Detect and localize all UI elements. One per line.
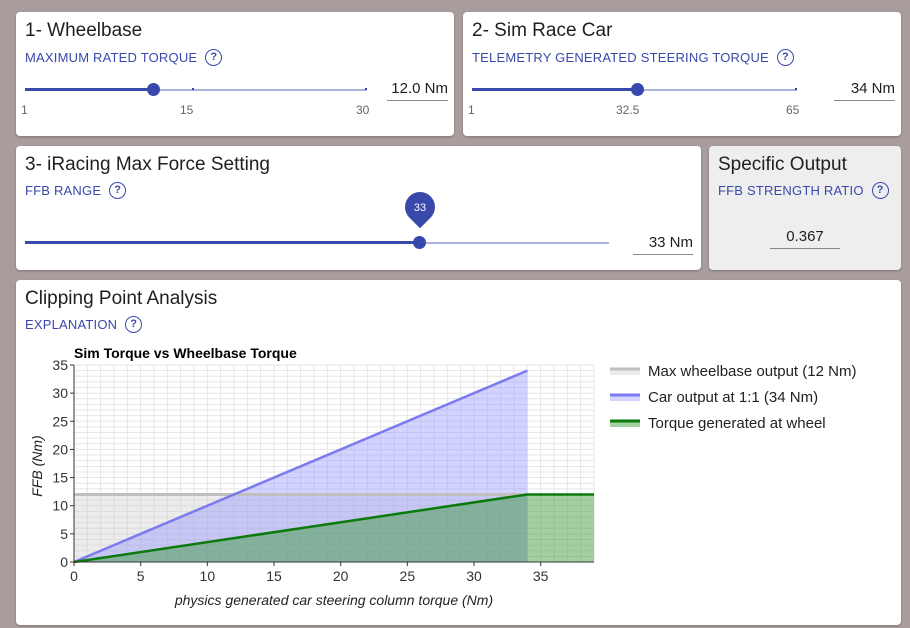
wheelbase-slider-tick [192,88,194,90]
clipping-title: Clipping Point Analysis [25,288,218,309]
sim-race-car-min-label: 1 [468,103,475,117]
sim-race-car-title: 2- Sim Race Car [472,20,613,41]
ffb-range-field[interactable]: 33 Nm [633,234,693,255]
specific-output-card: Specific Output FFB STRENGTH RATIO ? 0.3… [709,146,901,270]
wheelbase-subtitle-row: MAXIMUM RATED TORQUE ? [25,49,223,66]
telemetry-torque-label: TELEMETRY GENERATED STEERING TORQUE [472,50,769,65]
clipping-subtitle-row: EXPLANATION ? [25,316,143,333]
help-circle-icon[interactable]: ? [125,316,143,333]
sim-race-car-slider-fill [472,88,638,91]
iracing-title: 3- iRacing Max Force Setting [25,154,270,175]
sim-race-car-slider-tick [795,88,797,90]
sim-race-car-slider-thumb[interactable] [631,83,644,96]
explanation-label: EXPLANATION [25,317,118,332]
ffb-strength-ratio-field[interactable]: 0.367 [770,228,840,249]
ffb-strength-ratio-label: FFB STRENGTH RATIO [718,183,864,198]
help-circle-icon[interactable]: ? [205,49,223,66]
wheelbase-min-label: 1 [21,103,28,117]
wheelbase-max-label: 30 [356,103,370,117]
ffb-range-slider-thumb[interactable] [413,236,426,249]
clipping-card: Clipping Point Analysis EXPLANATION ? [16,280,901,625]
wheelbase-slider-tick [365,88,367,90]
sim-race-car-card: 2- Sim Race Car TELEMETRY GENERATED STEE… [463,12,901,136]
iracing-subtitle-row: FFB RANGE ? [25,182,127,199]
specific-output-title: Specific Output [718,154,847,175]
wheelbase-mid-label: 15 [180,103,194,117]
wheelbase-slider-thumb[interactable] [147,83,160,96]
wheelbase-card: 1- Wheelbase MAXIMUM RATED TORQUE ? 1 15… [16,12,454,136]
help-circle-icon[interactable]: ? [871,182,889,199]
iracing-card: 3- iRacing Max Force Setting FFB RANGE ?… [16,146,701,270]
help-circle-icon[interactable]: ? [109,182,127,199]
wheelbase-torque-field[interactable]: 12.0 Nm [387,80,448,101]
help-circle-icon[interactable]: ? [776,49,794,66]
wheelbase-slider-fill [25,88,154,91]
ffb-range-label: FFB RANGE [25,183,102,198]
sim-race-car-subtitle-row: TELEMETRY GENERATED STEERING TORQUE ? [472,49,794,66]
specific-output-subtitle-row: FFB STRENGTH RATIO ? [718,182,889,199]
max-rated-torque-label: MAXIMUM RATED TORQUE [25,50,198,65]
ffb-range-slider-fill [25,241,419,244]
sim-race-car-torque-field[interactable]: 34 Nm [834,80,895,101]
sim-race-car-max-label: 65 [786,103,800,117]
sim-race-car-mid-label: 32.5 [616,103,640,117]
wheelbase-title: 1- Wheelbase [25,20,143,41]
ffb-range-pin-label: 33 [413,202,427,214]
